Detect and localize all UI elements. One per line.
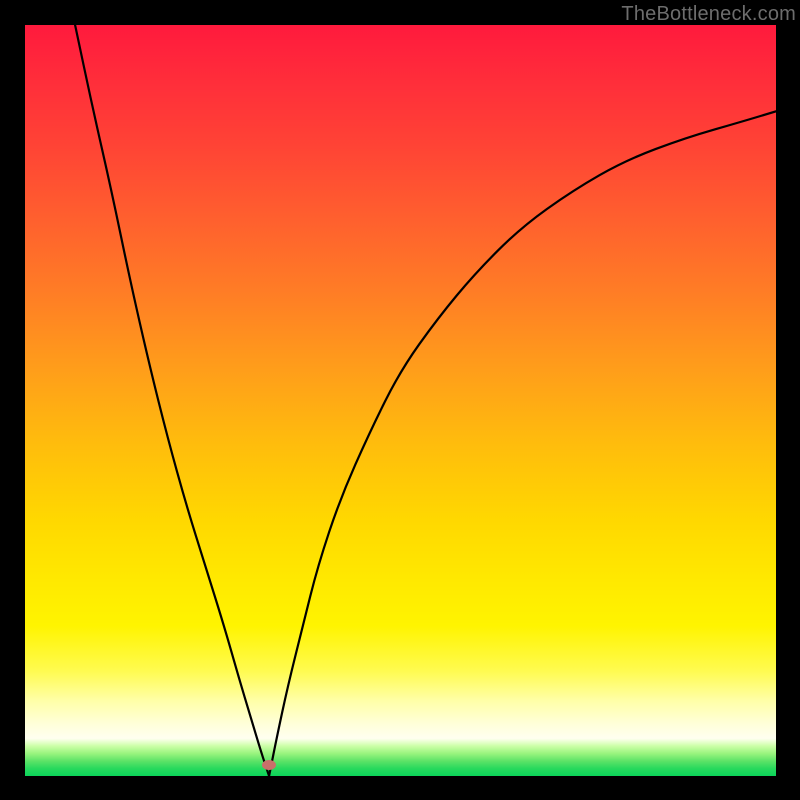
chart-stage: TheBottleneck.com bbox=[0, 0, 800, 800]
bottleneck-curve bbox=[25, 25, 776, 776]
watermark-text: TheBottleneck.com bbox=[621, 3, 796, 26]
plot-area bbox=[25, 25, 776, 776]
curve-path bbox=[75, 25, 776, 776]
